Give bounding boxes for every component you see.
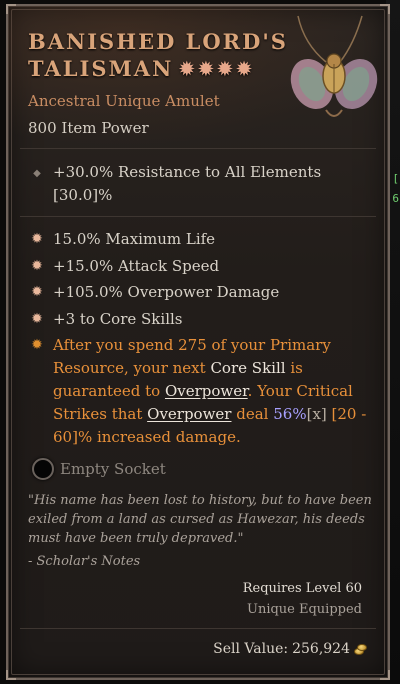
roll-bracket: [x]	[306, 405, 327, 423]
greater-affix-stars: ✹✹✹✹	[179, 59, 256, 80]
affix-text: +3 to Core Skills	[53, 310, 183, 328]
frame-corner	[6, 670, 16, 680]
diamond-bullet-icon: ◆	[33, 168, 41, 179]
section-divider	[20, 628, 376, 629]
unique-star-bullet-icon: ✹	[31, 337, 43, 353]
roll-value: 56%	[273, 405, 307, 423]
keyword-overpower-link[interactable]: Overpower	[165, 382, 248, 400]
star-bullet-icon: ✹	[31, 284, 43, 300]
affix-text: 15.0% Maximum Life	[53, 230, 216, 248]
item-name-line2: TALISMAN	[28, 56, 174, 81]
item-name: BANISHED LORD'S TALISMAN ✹✹✹✹	[28, 28, 288, 83]
sell-value-amount: 256,924	[292, 641, 350, 657]
star-bullet-icon: ✹	[31, 231, 43, 247]
frame-corner	[380, 670, 390, 680]
implicit-affix-text: +30.0% Resistance to All Elements [30.0]…	[53, 163, 322, 204]
affix-row: ✹ +15.0% Attack Speed	[28, 255, 368, 278]
item-power: 800 Item Power	[28, 119, 149, 137]
sell-value: Sell Value: 256,924	[213, 641, 367, 657]
item-tooltip: BANISHED LORD'S TALISMAN ✹✹✹✹ Ancestral U…	[6, 4, 390, 680]
section-divider	[20, 148, 376, 149]
affix-row: ✹ +3 to Core Skills	[28, 308, 368, 331]
item-type: Ancestral Unique Amulet	[28, 92, 220, 110]
gold-coins-icon	[354, 644, 367, 655]
edge-glyph: 6	[392, 192, 399, 205]
empty-socket: Empty Socket	[32, 458, 166, 480]
affix-text: +15.0% Attack Speed	[53, 257, 220, 275]
star-bullet-icon: ✹	[31, 311, 43, 327]
socket-icon	[32, 458, 54, 480]
flavor-source: - Scholar's Notes	[28, 554, 141, 569]
affix-row: ✹ 15.0% Maximum Life	[28, 228, 368, 251]
affix-row: ✹ +105.0% Overpower Damage	[28, 281, 368, 304]
star-bullet-icon: ✹	[31, 258, 43, 274]
keyword-skill: Skill	[251, 359, 286, 377]
affix-text: +105.0% Overpower Damage	[53, 283, 280, 301]
required-level: Requires Level 60	[242, 581, 362, 596]
unique-power-text: After you spend 275 of your Primary Reso…	[53, 336, 367, 446]
item-name-line1: BANISHED LORD'S	[28, 29, 288, 54]
sell-value-label: Sell Value:	[213, 641, 289, 657]
unique-power: ✹ After you spend 275 of your Primary Re…	[28, 334, 368, 449]
edge-glyph: [	[392, 172, 399, 185]
keyword-core: Core	[210, 359, 248, 377]
flavor-text: "His name has been lost to history, but …	[28, 493, 372, 546]
keyword-overpower-link[interactable]: Overpower	[147, 405, 231, 423]
beetle-amulet-icon	[290, 15, 378, 117]
section-divider	[20, 216, 376, 217]
unique-equipped-note: Unique Equipped	[246, 602, 362, 617]
implicit-affix: ◆ +30.0% Resistance to All Elements [30.…	[28, 161, 368, 207]
socket-label: Empty Socket	[60, 460, 166, 478]
